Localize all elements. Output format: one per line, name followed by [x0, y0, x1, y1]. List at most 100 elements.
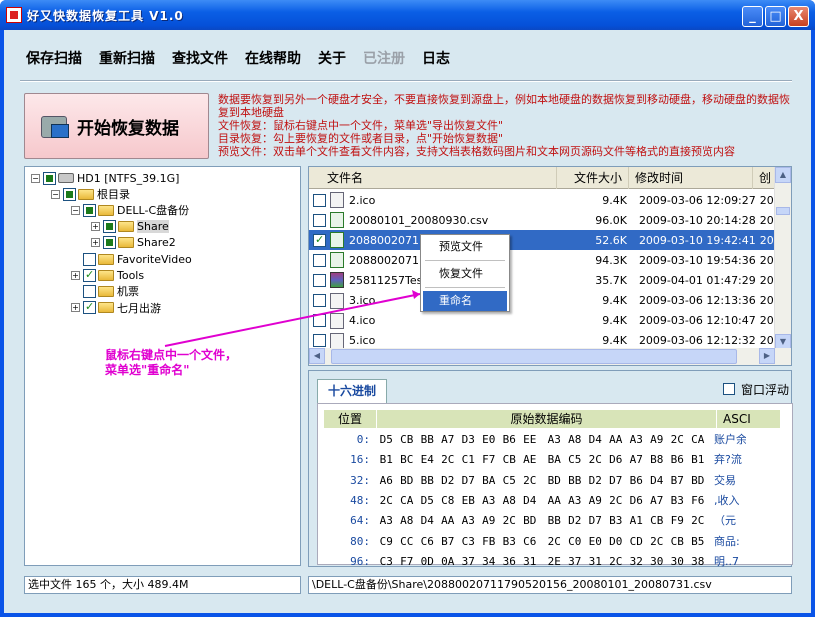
- menu-item-6[interactable]: 日志: [422, 48, 450, 68]
- maximize-button[interactable]: □: [765, 6, 786, 27]
- file-row[interactable]: 208800207117...01_200852.6K2009-03-10 19…: [309, 230, 775, 251]
- menu-item-4[interactable]: 关于: [318, 48, 346, 68]
- expand-icon[interactable]: +: [91, 222, 100, 232]
- hex-byte: B7: [670, 473, 684, 487]
- hscroll-thumb[interactable]: [331, 349, 737, 364]
- file-row[interactable]: 2.ico 9.4K 2009-03-06 12:09:27 20: [309, 190, 775, 210]
- folder-icon: [98, 253, 114, 265]
- expand-icon[interactable]: +: [71, 270, 80, 280]
- float-window-label: 窗口浮动: [741, 383, 790, 397]
- hex-byte: B6: [670, 453, 684, 467]
- file-checkbox[interactable]: [313, 253, 326, 267]
- hex-byte: 37: [568, 554, 582, 568]
- file-size: 9.4K: [602, 193, 627, 207]
- column-modified[interactable]: 修改时间: [629, 167, 753, 189]
- column-created[interactable]: 创: [753, 167, 775, 189]
- file-time: 2009-03-10 20:14:28: [638, 213, 756, 227]
- tree-node[interactable]: − DELL-C盘备份: [71, 202, 189, 218]
- tree-node[interactable]: − 根目录: [51, 186, 130, 202]
- file-cre: 20: [759, 193, 774, 207]
- hex-byte: F6: [691, 493, 705, 507]
- ctx-separator: [425, 287, 505, 288]
- file-checkbox[interactable]: [313, 193, 326, 207]
- hex-byte: 2C: [441, 453, 455, 467]
- scroll-right-icon[interactable]: ▶: [759, 348, 775, 364]
- tree-checkbox[interactable]: [83, 268, 96, 282]
- scroll-left-icon[interactable]: ◀: [309, 348, 325, 364]
- menu-item-1[interactable]: 重新扫描: [99, 48, 155, 68]
- tree-checkbox[interactable]: [43, 171, 56, 185]
- menu-item-3[interactable]: 在线帮助: [245, 48, 301, 68]
- client-area: 保存扫描 重新扫描 查找文件 在线帮助 关于 已注册 日志 开始恢复数据 数据要恢复到另外一…: [4, 30, 811, 613]
- file-name: 4.ico: [349, 314, 376, 328]
- tree-node[interactable]: 机票: [71, 283, 139, 299]
- file-list-vscrollbar[interactable]: ▲ ▼: [774, 167, 791, 350]
- file-checkbox[interactable]: [313, 334, 326, 348]
- hex-byte: 37: [461, 554, 475, 568]
- column-filename[interactable]: 文件名: [309, 167, 557, 189]
- title-bar[interactable]: 好又快数据恢复工具 V1.0 _ □ X: [0, 0, 815, 30]
- file-checkbox[interactable]: [313, 294, 326, 307]
- tree-node[interactable]: + Share2: [91, 235, 176, 251]
- start-recovery-label: 开始恢复数据: [77, 118, 179, 139]
- annotation-line: 鼠标右键点中一个文件，: [105, 348, 238, 362]
- tree-checkbox[interactable]: [83, 300, 96, 315]
- hex-byte: AE: [523, 453, 537, 467]
- hex-byte: A3: [629, 433, 643, 446]
- collapse-icon[interactable]: −: [71, 205, 80, 215]
- file-checkbox[interactable]: [313, 273, 326, 287]
- hex-byte: D4: [523, 493, 537, 507]
- float-window-checkbox[interactable]: [723, 383, 735, 395]
- column-size[interactable]: 文件大小: [557, 167, 629, 189]
- file-cre: 20: [759, 253, 774, 267]
- tree-checkbox[interactable]: [103, 236, 116, 250]
- tree-node[interactable]: − HD1 [NTFS_39.1G]: [31, 170, 179, 186]
- hex-row: 48: 2C CA D5 C8 EB A3 A8 D4 AA A3 A9 2C D6 A7 B3 F6 ,收入: [324, 491, 746, 510]
- file-list-hscrollbar[interactable]: ◀ ▶: [309, 348, 791, 365]
- file-checkbox[interactable]: [313, 213, 326, 227]
- tree-node[interactable]: FavoriteVideo: [71, 251, 192, 267]
- hex-byte: CB: [670, 534, 684, 548]
- file-list[interactable]: 文件名 文件大小 修改时间 创 2.ico 9.4K 2009-03-06 12:0…: [308, 166, 792, 366]
- menu-item-2[interactable]: 查找文件: [172, 48, 228, 68]
- tree-checkbox[interactable]: [83, 203, 96, 217]
- hex-byte: CA: [400, 493, 414, 507]
- xls-file-icon: [330, 212, 344, 229]
- file-checkbox[interactable]: [313, 233, 326, 247]
- menu-item-0[interactable]: 保存扫描: [26, 48, 82, 68]
- hex-byte: 34: [482, 554, 496, 568]
- tree-node[interactable]: + Tools: [71, 267, 144, 283]
- tab-hex[interactable]: 十六进制: [317, 379, 387, 403]
- start-recovery-button[interactable]: 开始恢复数据: [24, 93, 209, 159]
- tree-checkbox[interactable]: [83, 252, 96, 266]
- tree-checkbox[interactable]: [63, 187, 76, 201]
- ctx-separator: [425, 260, 505, 261]
- file-checkbox[interactable]: [313, 314, 326, 328]
- file-row[interactable]: 4.ico 9.4K 2009-03-06 12:10:47 20: [309, 311, 775, 331]
- tree-node[interactable]: + 七月出游: [71, 300, 161, 316]
- file-row[interactable]: 20080101_20080930.csv 96.0K 2009-03-10 20:…: [309, 210, 775, 230]
- file-row[interactable]: 208800207117...01_200894.3K2009-03-10 19…: [309, 250, 775, 270]
- scroll-up-icon[interactable]: ▲: [775, 167, 791, 183]
- expand-icon[interactable]: +: [71, 303, 80, 313]
- hex-byte: C6: [420, 534, 434, 548]
- tree-checkbox[interactable]: [103, 220, 116, 234]
- hex-byte: B3: [502, 534, 516, 548]
- hex-grid[interactable]: 位置 原始数据编码 ASCI 0: D5 CB BB A7 D3 E0 B6 EE A3 A8 D4 A…: [317, 403, 793, 588]
- expand-icon[interactable]: +: [91, 238, 100, 248]
- collapse-icon[interactable]: −: [31, 173, 40, 183]
- tree-node[interactable]: + Share: [91, 219, 169, 235]
- file-row[interactable]: 25811257Test 35.7K 2009-04-01 01:47:29 20: [309, 270, 775, 290]
- vscroll-thumb[interactable]: [776, 207, 790, 215]
- file-row[interactable]: 3.ico 9.4K 2009-03-06 12:13:36 20: [309, 291, 775, 311]
- tree-checkbox[interactable]: [83, 284, 96, 298]
- ctx-recover-file[interactable]: 恢复文件: [423, 264, 507, 284]
- hex-byte: A8: [502, 493, 516, 507]
- minimize-button[interactable]: _: [742, 6, 763, 27]
- hex-byte: 0D: [420, 554, 434, 568]
- hex-col-raw: 原始数据编码: [376, 410, 716, 428]
- ctx-preview-file[interactable]: 预览文件: [423, 237, 507, 257]
- close-button[interactable]: X: [788, 6, 809, 27]
- ctx-rename[interactable]: 重命名: [423, 291, 507, 311]
- collapse-icon[interactable]: −: [51, 189, 60, 199]
